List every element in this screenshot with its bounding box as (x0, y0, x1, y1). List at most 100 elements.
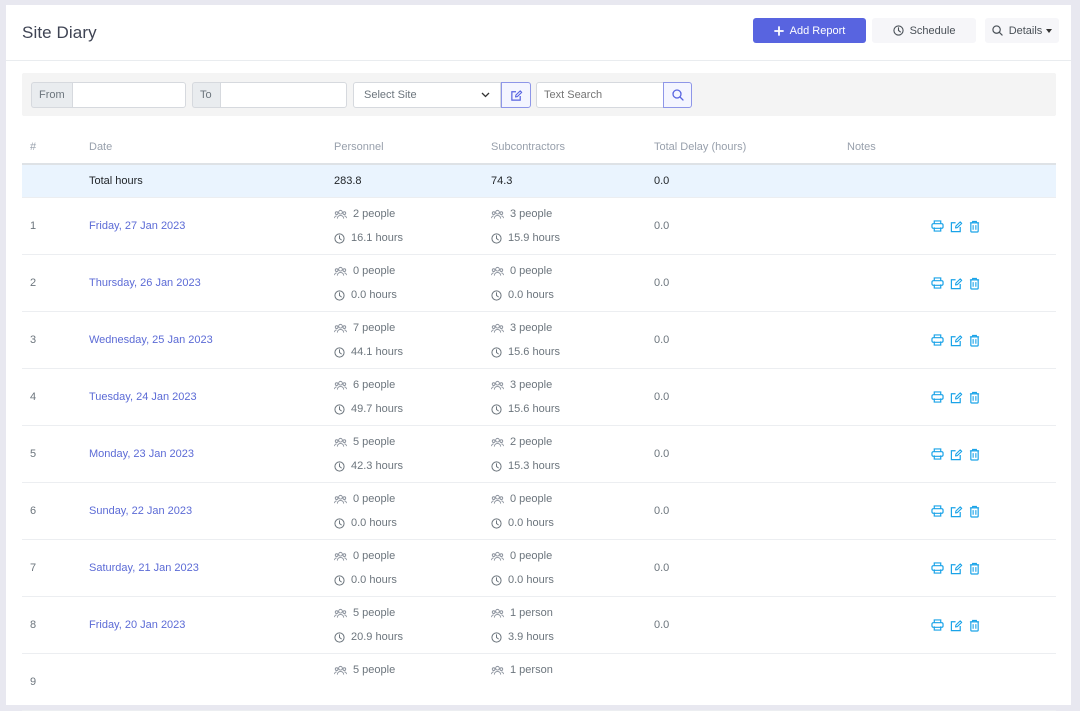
to-label: To (192, 82, 220, 108)
personnel-cell: 0 people 0.0 hours (334, 254, 491, 312)
date-link[interactable]: Monday, 23 Jan 2023 (89, 448, 194, 460)
clock-icon (334, 631, 345, 643)
print-button[interactable] (931, 334, 944, 346)
edit-button[interactable] (950, 505, 963, 518)
print-button[interactable] (931, 277, 944, 289)
clock-icon (491, 631, 502, 643)
edit-button[interactable] (950, 334, 963, 347)
edit-button[interactable] (950, 220, 963, 233)
edit-button[interactable] (950, 448, 963, 461)
date-link[interactable]: Friday, 27 Jan 2023 (89, 220, 185, 232)
trash-icon (969, 448, 980, 461)
subcontractor-hours: 0.0 hours (508, 289, 554, 301)
print-icon (931, 334, 944, 346)
personnel-count: 7 people (353, 322, 396, 334)
table-row: 8 Friday, 20 Jan 2023 5 people 20.9 hour… (22, 596, 1056, 654)
details-label: Details (1008, 24, 1043, 37)
col-header-delay[interactable]: Total Delay (hours) (654, 130, 847, 165)
search-button[interactable] (663, 82, 692, 108)
total-row: Total hours 283.8 74.3 0.0 (22, 164, 1056, 198)
print-icon (931, 505, 944, 517)
site-select[interactable]: Select Site (353, 82, 501, 108)
print-button[interactable] (931, 505, 944, 517)
from-date-input[interactable] (72, 82, 186, 108)
notes-cell (847, 254, 931, 312)
row-number: 8 (22, 596, 89, 654)
edit-button[interactable] (950, 562, 963, 575)
print-button[interactable] (931, 448, 944, 460)
users-icon (334, 266, 347, 276)
print-button[interactable] (931, 562, 944, 574)
delete-button[interactable] (969, 619, 980, 632)
users-icon (334, 551, 347, 561)
users-icon (334, 323, 347, 333)
edit-button[interactable] (950, 391, 963, 404)
delete-button[interactable] (969, 334, 980, 347)
users-icon (334, 380, 347, 390)
date-link[interactable]: Wednesday, 25 Jan 2023 (89, 334, 213, 346)
col-header-num[interactable]: # (22, 130, 89, 165)
personnel-hours: 0.0 hours (351, 289, 397, 301)
subcontractor-count: 3 people (510, 379, 553, 391)
clock-icon (334, 346, 345, 358)
edit-button[interactable] (950, 619, 963, 632)
print-button[interactable] (931, 619, 944, 631)
edit-button[interactable] (950, 277, 963, 290)
edit-site-button[interactable] (501, 82, 531, 108)
schedule-button[interactable]: Schedule (872, 18, 976, 43)
date-link[interactable]: Sunday, 22 Jan 2023 (89, 505, 192, 517)
date-link[interactable]: Thursday, 26 Jan 2023 (89, 277, 201, 289)
to-date-input[interactable] (220, 82, 347, 108)
delete-button[interactable] (969, 448, 980, 461)
subcontractor-hours: 15.6 hours (508, 346, 560, 358)
trash-icon (969, 619, 980, 632)
date-link[interactable]: Friday, 20 Jan 2023 (89, 619, 185, 631)
subcontractors-cell: 0 people 0.0 hours (491, 482, 654, 540)
table-row: 4 Tuesday, 24 Jan 2023 6 people 49.7 hou… (22, 368, 1056, 426)
details-dropdown-button[interactable]: Details (985, 18, 1059, 43)
delay-cell: 0.0 (654, 254, 847, 312)
plus-icon (773, 25, 784, 36)
users-icon (334, 437, 347, 447)
personnel-cell: 0 people 0.0 hours (334, 482, 491, 540)
add-report-button[interactable]: Add Report (753, 18, 866, 43)
col-header-personnel[interactable]: Personnel (334, 130, 491, 165)
row-number: 5 (22, 425, 89, 483)
search-icon (992, 25, 1003, 36)
print-button[interactable] (931, 220, 944, 232)
search-icon (671, 89, 684, 101)
edit-icon (950, 448, 963, 460)
row-number: 1 (22, 197, 89, 255)
text-search-input[interactable] (536, 82, 664, 108)
delay-cell: 0.0 (654, 368, 847, 426)
delete-button[interactable] (969, 505, 980, 518)
col-header-subcontractors[interactable]: Subcontractors (491, 130, 654, 165)
site-select-value: Select Site (364, 89, 417, 101)
subcontractor-count: 3 people (510, 208, 553, 220)
print-button[interactable] (931, 391, 944, 403)
edit-icon (950, 220, 963, 232)
delete-button[interactable] (969, 562, 980, 575)
personnel-count: 0 people (353, 550, 396, 562)
notes-cell (847, 482, 931, 540)
to-date-group: To (192, 82, 347, 108)
date-link[interactable]: Tuesday, 24 Jan 2023 (89, 391, 197, 403)
col-header-notes[interactable]: Notes (847, 130, 931, 165)
col-header-date[interactable]: Date (89, 130, 334, 165)
personnel-cell: 5 people 20.9 hours (334, 596, 491, 654)
edit-icon (950, 619, 963, 631)
date-link[interactable]: Saturday, 21 Jan 2023 (89, 562, 199, 574)
row-number: 3 (22, 311, 89, 369)
personnel-count: 5 people (353, 664, 396, 676)
delete-button[interactable] (969, 391, 980, 404)
table-row: 5 Monday, 23 Jan 2023 5 people 42.3 hour… (22, 425, 1056, 483)
personnel-cell: 7 people 44.1 hours (334, 311, 491, 369)
personnel-count: 5 people (353, 436, 396, 448)
personnel-count: 0 people (353, 493, 396, 505)
delete-button[interactable] (969, 220, 980, 233)
delete-button[interactable] (969, 277, 980, 290)
personnel-cell: 2 people 16.1 hours (334, 197, 491, 255)
chevron-down-icon (481, 92, 490, 98)
clock-icon (491, 460, 502, 472)
notes-cell (847, 197, 931, 255)
